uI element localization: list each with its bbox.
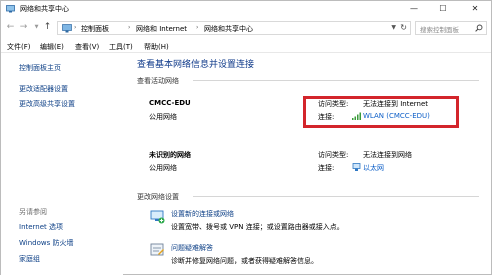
close-button[interactable]: ✕ — [461, 1, 489, 17]
up-arrow-icon[interactable]: ↑ — [42, 21, 53, 34]
breadcrumb-network-sharing-center[interactable]: 网络和共享中心 — [204, 24, 253, 34]
maximize-button[interactable]: ☐ — [429, 1, 457, 17]
troubleshoot-problems-link[interactable]: 问题疑难解答 — [171, 243, 213, 253]
troubleshoot-icon — [150, 243, 164, 256]
main-content: 查看基本网络信息并设置连接 查看活动网络 CMCC-EDU 公用网络 访问类型:… — [123, 54, 491, 275]
highlight-annotation-box — [303, 96, 459, 128]
breadcrumb-separator: › — [74, 24, 77, 31]
see-also-heading: 另请参阅 — [19, 208, 47, 216]
menu-bar: 文件(F) 编辑(E) 查看(V) 工具(T) 帮助(H) — [1, 40, 491, 53]
minimize-button[interactable]: — — [400, 1, 428, 17]
link-change-adapter-settings[interactable]: 更改适配器设置 — [19, 84, 68, 94]
link-windows-firewall[interactable]: Windows 防火墙 — [19, 238, 73, 248]
navigation-bar: ← → ▼ ↑ › 控制面板 › 网络和 Internet › 网络和共享中心 … — [1, 19, 491, 37]
forward-arrow-icon[interactable]: → — [18, 21, 29, 34]
setup-new-connection-link[interactable]: 设置新的连接或网络 — [171, 209, 234, 219]
new-connection-icon — [150, 210, 165, 224]
link-homegroup[interactable]: 家庭组 — [19, 254, 40, 264]
control-panel-icon — [62, 24, 72, 33]
search-placeholder: 搜索控制面板 — [420, 26, 459, 34]
section-divider — [193, 196, 479, 197]
breadcrumb-separator: › — [128, 24, 131, 31]
connection-label: 连接: — [318, 164, 335, 172]
network-name: 未识别的网络 — [149, 151, 191, 159]
search-input[interactable]: 搜索控制面板 — [415, 21, 487, 35]
address-bar[interactable]: › 控制面板 › 网络和 Internet › 网络和共享中心 ▼ ↻ — [57, 21, 411, 35]
link-control-panel-home[interactable]: 控制面板主页 — [19, 63, 61, 73]
back-arrow-icon[interactable]: ← — [5, 21, 16, 34]
search-icon[interactable] — [475, 24, 483, 32]
active-networks-heading: 查看活动网络 — [137, 77, 179, 85]
network-center-icon — [6, 5, 15, 13]
menu-view[interactable]: 查看(V) — [75, 42, 99, 52]
network-type-link[interactable]: 公用网络 — [149, 112, 177, 122]
network-name: CMCC-EDU — [149, 99, 191, 107]
ethernet-connection-link[interactable]: 以太网 — [363, 163, 384, 173]
menu-file[interactable]: 文件(F) — [7, 42, 31, 52]
network-sharing-center-window: 网络和共享中心 — ☐ ✕ ← → ▼ ↑ › 控制面板 › 网络和 Inter… — [0, 0, 492, 275]
breadcrumb-network-internet[interactable]: 网络和 Internet — [136, 24, 187, 34]
access-type-value: 无法连接到网络 — [363, 151, 412, 159]
link-change-advanced-sharing[interactable]: 更改高级共享设置 — [19, 99, 75, 109]
menu-tools[interactable]: 工具(T) — [109, 42, 133, 52]
breadcrumb-separator: › — [196, 24, 199, 31]
link-internet-options[interactable]: Internet 选项 — [19, 222, 63, 232]
menu-help[interactable]: 帮助(H) — [144, 42, 169, 52]
access-type-label: 访问类型: — [318, 151, 349, 159]
network-type-link[interactable]: 公用网络 — [149, 163, 177, 173]
troubleshoot-problems-description: 诊断并修复网络问题，或者获得疑难解答信息。 — [171, 257, 318, 265]
title-bar: 网络和共享中心 — ☐ ✕ — [1, 1, 491, 17]
menu-edit[interactable]: 编辑(E) — [40, 42, 64, 52]
setup-new-connection-description: 设置宽带、拨号或 VPN 连接；或设置路由器或接入点。 — [171, 223, 344, 231]
refresh-icon[interactable]: ↻ — [400, 23, 407, 32]
page-title: 查看基本网络信息并设置连接 — [137, 60, 255, 70]
recent-locations-chevron-icon[interactable]: ▼ — [31, 21, 42, 34]
section-divider — [193, 80, 479, 81]
left-navigation-pane: 控制面板主页 更改适配器设置 更改高级共享设置 另请参阅 Internet 选项… — [1, 54, 123, 275]
breadcrumb-control-panel[interactable]: 控制面板 — [81, 24, 109, 34]
change-settings-heading: 更改网络设置 — [137, 193, 179, 201]
window-title: 网络和共享中心 — [20, 5, 69, 13]
ethernet-icon — [352, 163, 361, 171]
address-dropdown-chevron-icon[interactable]: ▼ — [391, 24, 396, 31]
